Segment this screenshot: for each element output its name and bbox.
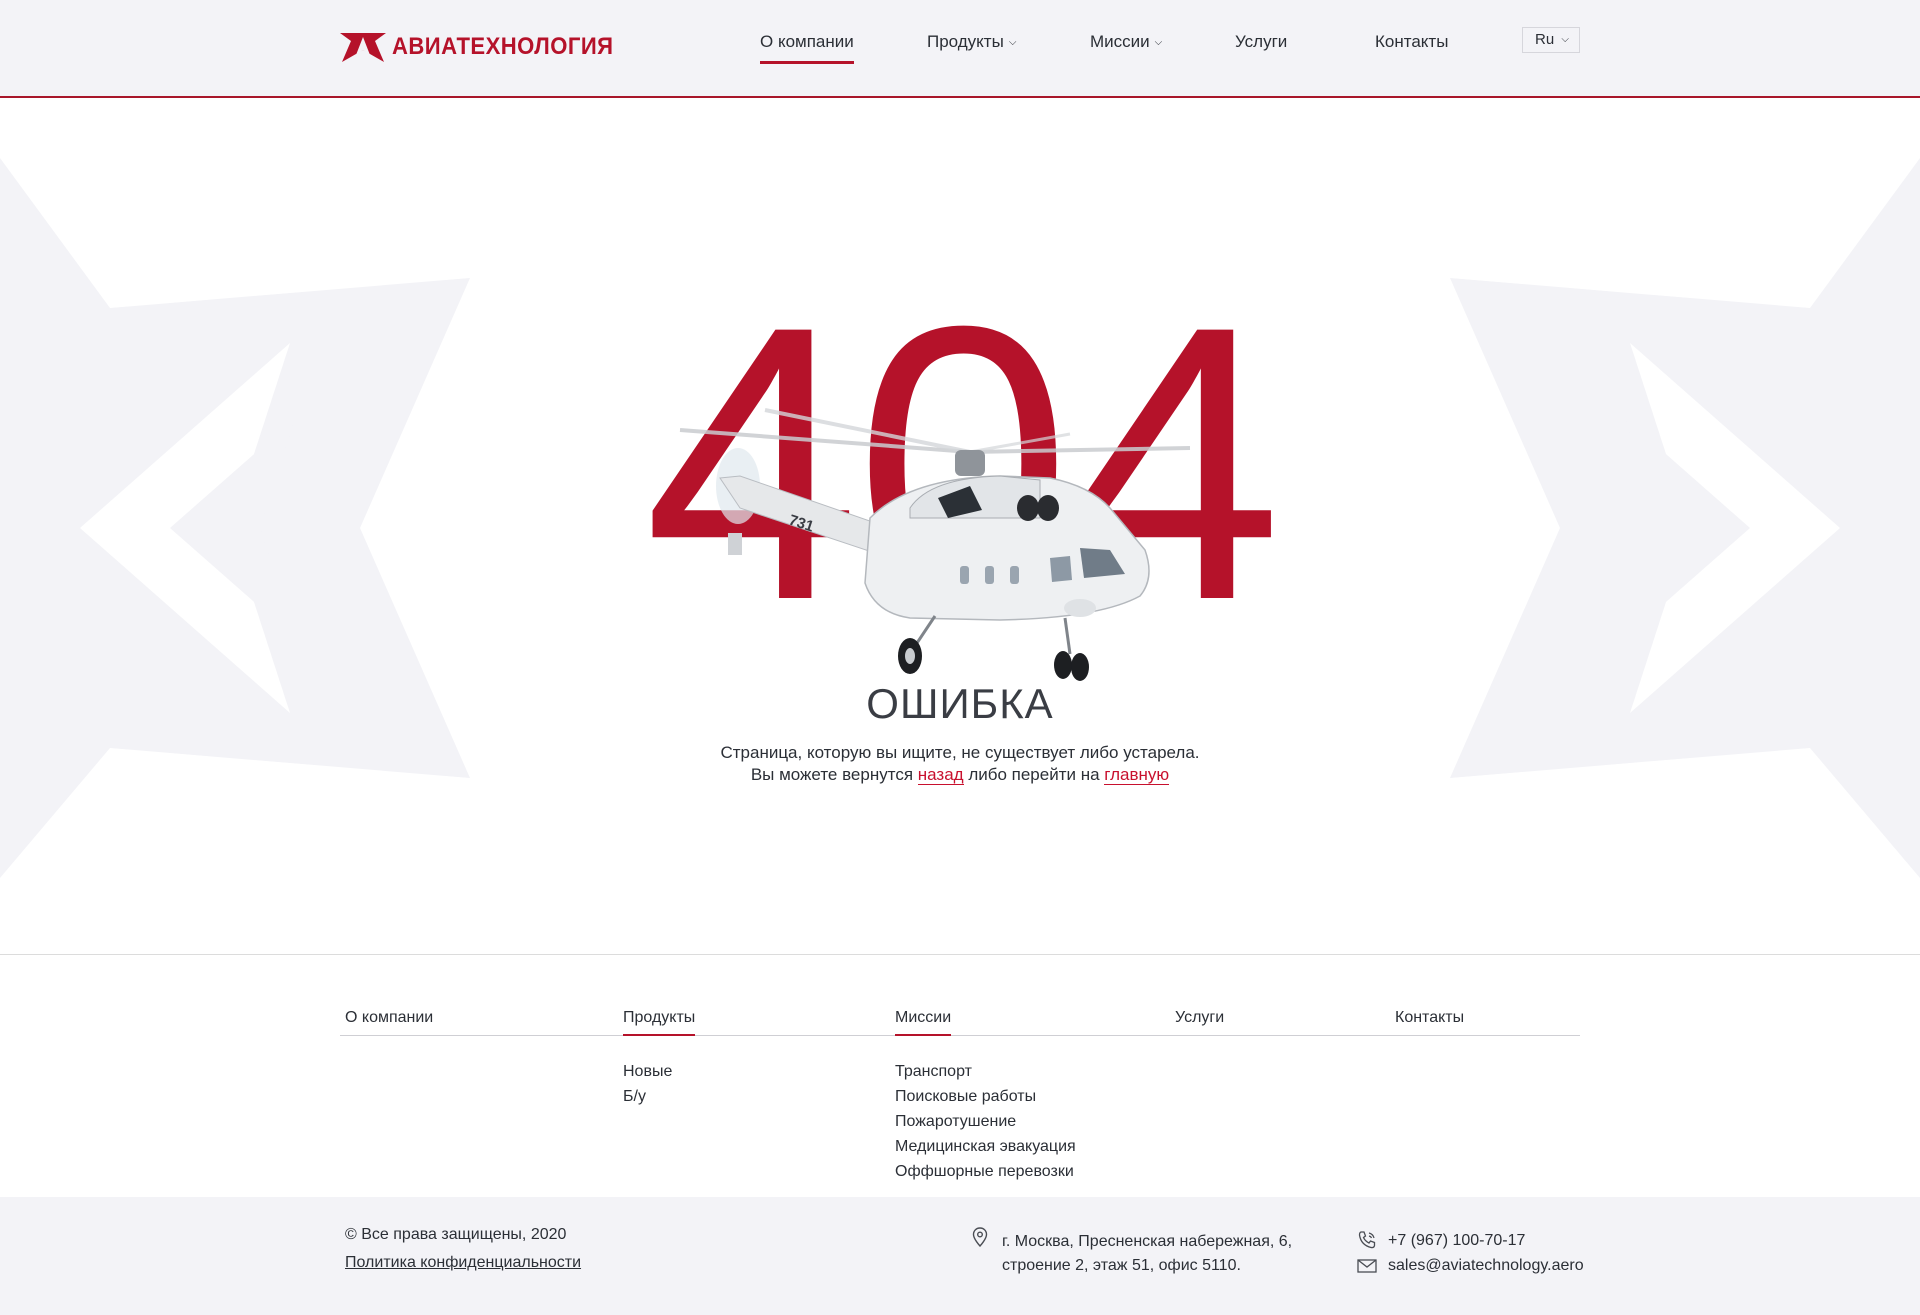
footer-link[interactable]: Оффшорные перевозки [895, 1159, 1076, 1184]
address-line-1: г. Москва, Пресненская набережная, 6, [1002, 1233, 1293, 1250]
logo[interactable]: АВИАТЕХНОЛОГИЯ [340, 31, 633, 63]
footer-col-title[interactable]: Продукты [623, 1009, 696, 1036]
footer-col-title[interactable]: О компании [345, 1009, 433, 1035]
nav-item-services[interactable]: Услуги [1235, 28, 1287, 66]
bottom-bar: © Все права защищены, 2020 Политика конф… [0, 1197, 1920, 1315]
footer-link[interactable]: Пожаротушение [895, 1109, 1076, 1134]
home-link[interactable]: главную [1104, 765, 1170, 785]
phone-number[interactable]: +7 (967) 100-70-17 [1388, 1232, 1525, 1250]
email-link[interactable]: sales@aviatechnology.aero [1388, 1257, 1584, 1275]
nav-item-contacts[interactable]: Контакты [1375, 28, 1448, 66]
privacy-policy-link[interactable]: Политика конфиденциальности [345, 1254, 581, 1272]
footer-link[interactable]: Транспорт [895, 1059, 1076, 1084]
footer-link[interactable]: Б/у [623, 1084, 695, 1109]
helicopter-image: 731 [679, 408, 1191, 681]
logo-text: АВИАТЕХНОЛОГИЯ [392, 33, 614, 60]
footer-col-title[interactable]: Контакты [1395, 1009, 1464, 1035]
nav-item-about[interactable]: О компании [760, 28, 854, 66]
back-link[interactable]: назад [917, 765, 964, 785]
mail-icon [1357, 1259, 1377, 1273]
error-message: Страница, которую вы ищите, не существуе… [0, 742, 1920, 786]
chevron-down-icon: ⌵ [1561, 34, 1569, 45]
footer-col-title[interactable]: Услуги [1175, 1009, 1224, 1035]
error-title: ОШИБКА [866, 680, 1054, 727]
language-select[interactable]: Ru ⌵ [1522, 27, 1580, 53]
footer-link[interactable]: Медицинская эвакуация [895, 1134, 1076, 1159]
nav-item-label: О компании [760, 32, 854, 51]
nav-item-label: Контакты [1375, 32, 1449, 51]
site-header: АВИАТЕХНОЛОГИЯ О компании Продукты ⌵ Мисс… [0, 0, 1920, 98]
language-value: Ru [1535, 31, 1555, 48]
error-section: 404 731 ОШИБКА Страница, которую вы ищит… [0, 98, 1920, 954]
address-line-2: строение 2, этаж 51, офис 5110. [1002, 1257, 1241, 1274]
footer-nav: О компании Продукты Новые Б/у Миссии Тра… [0, 954, 1920, 1197]
nav-item-label: Услуги [1235, 32, 1288, 51]
error-line-2-prefix: Вы можете вернутся [750, 765, 918, 784]
footer-col-missions: Миссии Транспорт Поисковые работы Пожаро… [895, 1009, 1076, 1184]
footer-link[interactable]: Новые [623, 1059, 695, 1084]
error-line-1: Страница, которую вы ищите, не существуе… [720, 743, 1200, 762]
footer-col-about: О компании [345, 1009, 433, 1035]
star-logo-icon [340, 33, 386, 62]
nav-item-missions[interactable]: Миссии ⌵ [1090, 28, 1162, 66]
copyright: © Все права защищены, 2020 [345, 1226, 567, 1243]
chevron-down-icon: ⌵ [1008, 37, 1017, 48]
error-line-2-middle: либо перейти на [963, 765, 1105, 784]
footer-col-services: Услуги [1175, 1009, 1224, 1035]
footer-col-contacts: Контакты [1395, 1009, 1464, 1035]
location-pin-icon [972, 1227, 988, 1247]
chevron-down-icon: ⌵ [1154, 37, 1163, 48]
phone-icon [1358, 1231, 1376, 1249]
footer-col-products: Продукты Новые Б/у [623, 1009, 696, 1109]
error-line-2: Вы можете вернутся назад либо перейти на… [0, 764, 1920, 786]
address: г. Москва, Пресненская набережная, 6, ст… [1002, 1230, 1292, 1278]
footer-col-list: Новые Б/у [623, 1059, 695, 1109]
footer-link[interactable]: Поисковые работы [895, 1084, 1076, 1109]
nav-item-products[interactable]: Продукты ⌵ [927, 28, 1016, 66]
nav-item-label: Миссии [1090, 32, 1150, 51]
nav-item-label: Продукты [927, 32, 1004, 51]
footer-col-list: Транспорт Поисковые работы Пожаротушение… [895, 1059, 1076, 1184]
footer-col-title[interactable]: Миссии [895, 1009, 952, 1036]
